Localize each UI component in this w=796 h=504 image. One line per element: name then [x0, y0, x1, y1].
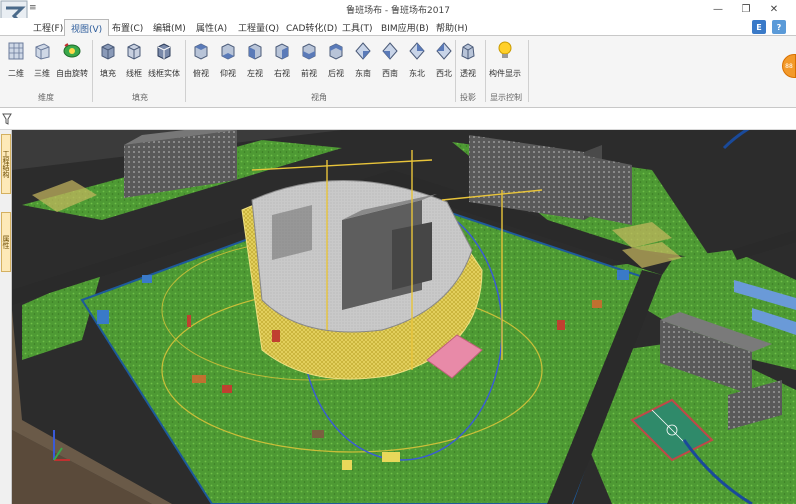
- menu-help[interactable]: 帮助(H): [436, 21, 468, 34]
- menu-attributes[interactable]: 属性(A): [196, 21, 227, 34]
- free-rotate-button[interactable]: 自由旋转: [56, 40, 88, 79]
- restore-button[interactable]: ❐: [732, 1, 760, 17]
- cube-back-icon: [329, 43, 343, 60]
- menu-quantity[interactable]: 工程量(Q): [238, 21, 279, 34]
- view-southwest-button[interactable]: 西南: [375, 40, 405, 79]
- title-bar: ≡ 鲁班场布 - 鲁班场布2017 — ❐ ✕: [0, 0, 796, 34]
- minimize-button[interactable]: —: [704, 1, 732, 17]
- menu-bar: 工程(F) 视图(V) 布置(C) 编辑(M) 属性(A) 工程量(Q) CAD…: [0, 18, 796, 37]
- component-display-button[interactable]: 构件显示: [489, 40, 521, 79]
- group-separator: [528, 40, 529, 102]
- menu-edit[interactable]: 编辑(M): [153, 21, 186, 34]
- rotate-icon: [63, 43, 81, 58]
- view-front-button[interactable]: 前视: [294, 40, 324, 79]
- diamond-nw-icon: [436, 42, 452, 60]
- building-ne-2: [582, 155, 632, 225]
- view-bottom-button[interactable]: 仰视: [213, 40, 243, 79]
- diamond-ne-icon: [409, 42, 425, 60]
- view-left-button[interactable]: 左视: [240, 40, 270, 79]
- menu-tools[interactable]: 工具(T): [342, 21, 373, 34]
- menu-project[interactable]: 工程(F): [33, 21, 63, 34]
- help-icon[interactable]: ?: [772, 20, 786, 34]
- group-label-dimension: 维度: [38, 93, 54, 102]
- menu-view[interactable]: 视图(V): [64, 19, 110, 37]
- grid-2d-icon: [8, 42, 24, 60]
- wireframe-button[interactable]: 线框: [119, 40, 149, 79]
- cube-left-icon: [248, 43, 262, 60]
- view-southeast-button[interactable]: 东南: [348, 40, 378, 79]
- ribbon-view: 二维 三维 自由旋转 维度 填充 线框 线框实体 填充 俯视 仰视 左视 右视: [0, 36, 796, 108]
- side-tab-project-structure[interactable]: 工程结构: [1, 134, 11, 194]
- lightbulb-icon: [498, 41, 512, 58]
- site-scene: [12, 130, 796, 504]
- perspective-button[interactable]: 透视: [453, 40, 483, 79]
- 3d-viewport[interactable]: [12, 130, 796, 504]
- view-back-button[interactable]: 后视: [321, 40, 351, 79]
- cube-fill-icon: [101, 43, 115, 60]
- side-tab-properties[interactable]: 属性: [1, 212, 11, 272]
- side-panel: 工程结构 属性: [0, 130, 12, 504]
- diamond-sw-icon: [382, 42, 398, 60]
- view-top-button[interactable]: 俯视: [186, 40, 216, 79]
- cube-top-icon: [194, 43, 208, 60]
- group-label-fill: 填充: [132, 93, 148, 102]
- menu-bim[interactable]: BIM应用(B): [381, 21, 429, 34]
- cube-wire-solid-icon: [157, 43, 171, 60]
- e-app-icon[interactable]: E: [752, 20, 766, 34]
- group-label-display-control: 显示控制: [490, 93, 522, 102]
- menu-layout[interactable]: 布置(C): [112, 21, 143, 34]
- cube-perspective-icon: [461, 43, 475, 60]
- close-button[interactable]: ✕: [760, 1, 788, 17]
- document-bar: [0, 108, 796, 130]
- grid-3d-icon: [35, 43, 50, 60]
- view-3d-button[interactable]: 三维: [27, 40, 57, 79]
- cube-wire-icon: [127, 43, 141, 60]
- menu-cad-convert[interactable]: CAD转化(D): [286, 21, 337, 34]
- wireframe-solid-button[interactable]: 线框实体: [148, 40, 180, 79]
- group-separator: [485, 40, 486, 102]
- window-title: 鲁班场布 - 鲁班场布2017: [346, 6, 450, 16]
- cube-right-icon: [275, 43, 289, 60]
- diamond-se-icon: [355, 42, 371, 60]
- cube-front-icon: [302, 43, 316, 60]
- cube-bottom-icon: [221, 43, 235, 60]
- group-label-viewangle: 视角: [311, 93, 327, 102]
- filter-icon[interactable]: [2, 113, 12, 125]
- view-right-button[interactable]: 右视: [267, 40, 297, 79]
- group-label-projection: 投影: [460, 93, 476, 102]
- view-northeast-button[interactable]: 东北: [402, 40, 432, 79]
